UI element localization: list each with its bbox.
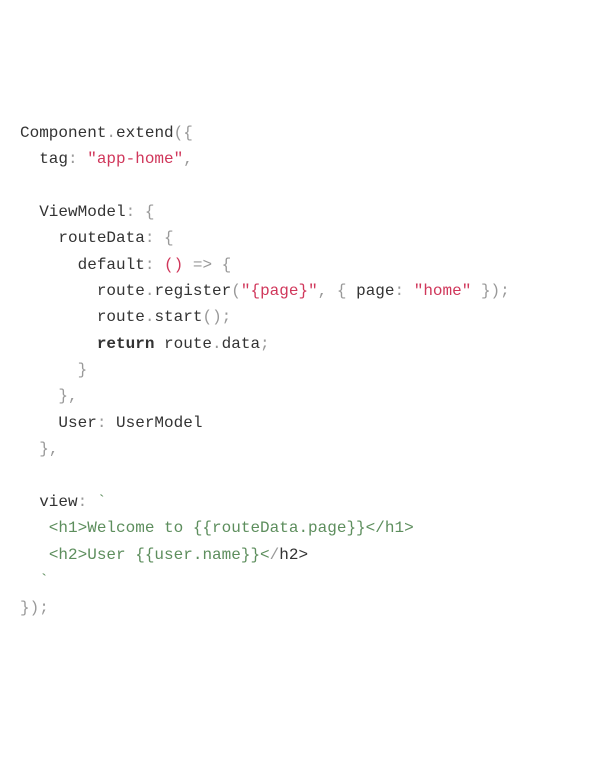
tok [20,335,97,353]
tok [20,387,58,405]
line-15: view: ` [20,493,106,511]
tok: h2> [279,546,308,564]
tok: } [78,361,88,379]
tok: , [183,150,193,168]
tok: ) [174,256,184,274]
line-6: default: () => { [20,256,231,274]
tok: : [68,150,87,168]
tok: page [347,282,395,300]
tok: UserModel [116,414,202,432]
line-13: }, [20,440,58,458]
line-5: routeData: { [20,229,174,247]
tok: ( [164,256,174,274]
tok: <h1>Welcome to {{routeData.page}}</h1> [20,519,414,537]
tok [20,440,39,458]
tok: ` [39,572,49,590]
tok: User {{user.name}} [87,546,260,564]
tok: : [395,282,414,300]
tok: : [145,229,164,247]
tok: } [58,387,68,405]
tok: ) [491,282,501,300]
tok: { [183,124,193,142]
tok: ( [174,124,184,142]
tok: data [222,335,260,353]
tok: { [145,203,155,221]
tok: : [97,414,116,432]
tok: default [20,256,145,274]
line-11: }, [20,387,78,405]
tok: tag [20,150,68,168]
tok: ; [39,599,49,617]
tok: ; [222,308,232,326]
tok: : [78,493,97,511]
tok: <h2> [49,546,87,564]
tok: routeData [20,229,145,247]
tok: . [106,124,116,142]
tok: ` [97,493,107,511]
tok: ( [202,308,212,326]
tok: , [49,440,59,458]
line-17: <h2>User {{user.name}}</h2> [20,546,308,564]
tok: extend [116,124,174,142]
line-2: tag: "app-home", [20,150,193,168]
tok: { [164,229,174,247]
tok: route [154,335,212,353]
tok: { [222,256,232,274]
line-1: Component.extend({ [20,124,193,142]
tok: { [337,282,347,300]
line-19: }); [20,599,49,617]
tok: => [193,256,212,274]
tok: ( [231,282,241,300]
tok: view [20,493,78,511]
tok [20,361,78,379]
tok: : [126,203,145,221]
line-8: route.start(); [20,308,231,326]
tok: < [260,546,270,564]
tok [20,572,39,590]
tok: ) [30,599,40,617]
tok: ) [212,308,222,326]
line-4: ViewModel: { [20,203,154,221]
tok: Component [20,124,106,142]
tok: . [145,308,155,326]
tok: route [20,308,145,326]
tok: : [145,256,164,274]
tok: } [20,599,30,617]
tok: ; [500,282,510,300]
tok: return [97,335,155,353]
tok: , [68,387,78,405]
tok: } [481,282,491,300]
tok: "home" [414,282,472,300]
line-18: ` [20,572,49,590]
tok [327,282,337,300]
line-7: route.register("{page}", { page: "home" … [20,282,510,300]
code-block: Component.extend({ tag: "app-home", View… [20,120,580,621]
tok [183,256,193,274]
tok: route [20,282,145,300]
tok [471,282,481,300]
line-9: return route.data; [20,335,270,353]
tok: } [39,440,49,458]
tok [20,546,49,564]
tok: / [270,546,280,564]
line-12: User: UserModel [20,414,202,432]
line-16: <h1>Welcome to {{routeData.page}}</h1> [20,519,414,537]
tok: "{page}" [241,282,318,300]
tok: "app-home" [87,150,183,168]
tok: . [212,335,222,353]
tok: , [318,282,328,300]
tok: ; [260,335,270,353]
tok: start [154,308,202,326]
tok: register [154,282,231,300]
tok: . [145,282,155,300]
tok: User [20,414,97,432]
tok [212,256,222,274]
line-10: } [20,361,87,379]
tok: ViewModel [20,203,126,221]
